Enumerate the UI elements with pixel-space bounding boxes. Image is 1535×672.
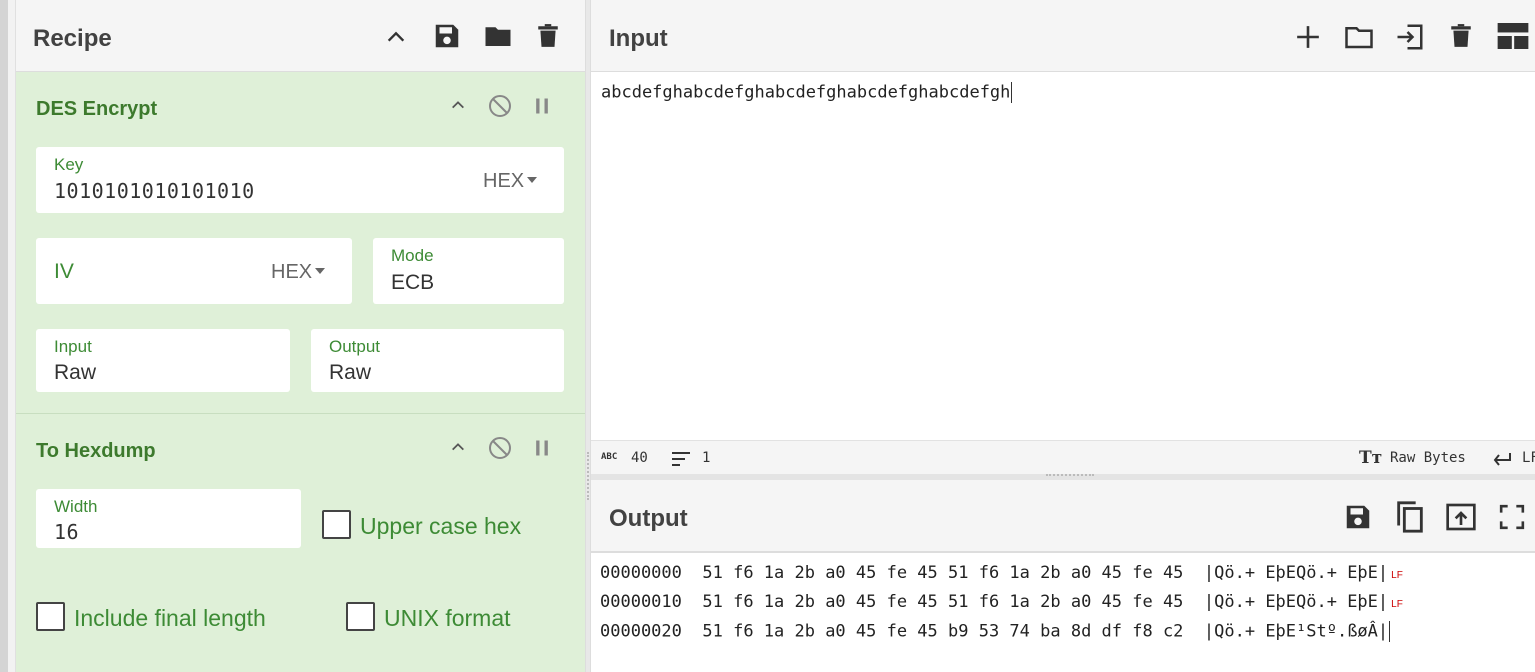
input-format-value: Raw <box>54 361 97 384</box>
save-icon[interactable] <box>1343 502 1373 532</box>
include-final-length-checkbox[interactable] <box>36 602 65 631</box>
text-encoding-icon[interactable]: Tт <box>1359 448 1382 468</box>
chevron-up-icon[interactable] <box>385 26 407 48</box>
disable-icon[interactable] <box>488 436 512 460</box>
input-textarea[interactable]: abcdefghabcdefghabcdefghabcdefghabcdefgh <box>591 72 1535 440</box>
pause-icon[interactable] <box>532 437 552 459</box>
input-format-label: Input <box>54 337 92 356</box>
output-format-label: Output <box>329 337 381 356</box>
iv-format-dropdown[interactable]: HEX <box>271 261 326 284</box>
key-field[interactable]: Key 1010101010101010 HEX <box>36 147 564 213</box>
mode-label: Mode <box>391 246 434 265</box>
save-icon[interactable] <box>432 21 462 51</box>
window-left-edge <box>0 0 8 672</box>
iv-format-label: HEX <box>271 261 313 283</box>
input-length: 40 <box>631 450 648 466</box>
eol-icon[interactable] <box>1492 451 1512 467</box>
hex-ascii: |Qö.+ EþEQö.+ EþE| <box>1203 563 1389 583</box>
copy-icon[interactable] <box>1393 500 1427 534</box>
key-label: Key <box>54 155 84 174</box>
key-value[interactable]: 1010101010101010 <box>54 179 255 203</box>
hex-bytes: 51 f6 1a 2b a0 45 fe 45 51 f6 1a 2b a0 4… <box>702 563 1184 583</box>
operation-divider <box>16 413 585 414</box>
recipe-panel: Recipe DES Encrypt Key 1010101010101010 … <box>16 0 585 672</box>
iv-label: IV <box>54 260 74 283</box>
trash-icon[interactable] <box>535 21 561 51</box>
input-eol[interactable]: LF <box>1522 450 1535 466</box>
output-textarea[interactable]: 00000000 51 f6 1a 2b a0 45 fe 45 51 f6 1… <box>591 552 1535 672</box>
input-line-count: 1 <box>702 450 711 466</box>
hexdump-line: 00000000 51 f6 1a 2b a0 45 fe 45 51 f6 1… <box>600 563 1403 583</box>
width-label: Width <box>54 497 98 516</box>
iv-field[interactable]: IV HEX <box>36 238 352 304</box>
include-final-length-label[interactable]: Include final length <box>74 605 266 632</box>
disable-icon[interactable] <box>488 94 512 118</box>
chevron-up-icon[interactable] <box>450 439 466 455</box>
pause-icon[interactable] <box>532 95 552 117</box>
plus-icon[interactable] <box>1295 24 1321 50</box>
upper-case-hex-label[interactable]: Upper case hex <box>360 513 521 540</box>
key-format-label: HEX <box>483 170 525 192</box>
replace-input-icon[interactable] <box>1445 501 1477 533</box>
hex-bytes: 51 f6 1a 2b a0 45 fe 45 b9 53 74 ba 8d d… <box>702 621 1184 642</box>
mode-select[interactable]: Mode ECB <box>373 238 564 304</box>
hex-offset: 00000000 <box>600 563 682 583</box>
output-format-value: Raw <box>329 361 372 384</box>
lf-marker: LF <box>1391 599 1403 610</box>
lines-icon <box>672 452 690 466</box>
io-resizer-grip[interactable] <box>1046 474 1094 478</box>
unix-format-checkbox[interactable] <box>346 602 375 631</box>
key-format-dropdown[interactable]: HEX <box>483 170 538 193</box>
input-text: abcdefghabcdefghabcdefghabcdefghabcdefgh <box>601 82 1011 103</box>
output-title: Output <box>609 505 688 532</box>
des-encrypt-title: DES Encrypt <box>36 98 158 120</box>
input-header: Input <box>591 0 1535 72</box>
resizer-grip[interactable] <box>587 452 589 500</box>
text-cursor <box>1389 621 1391 642</box>
folder-icon[interactable] <box>1343 22 1375 52</box>
fullscreen-icon[interactable] <box>1499 504 1525 530</box>
input-text-content[interactable]: abcdefghabcdefghabcdefghabcdefghabcdefgh <box>601 82 1013 103</box>
upper-case-hex-checkbox[interactable] <box>322 510 351 539</box>
width-value[interactable]: 16 <box>54 520 79 544</box>
recipe-header: Recipe <box>16 0 585 72</box>
recipe-title: Recipe <box>33 25 112 52</box>
output-format-select[interactable]: Output Raw <box>311 329 564 392</box>
trash-icon[interactable] <box>1448 21 1474 51</box>
width-field[interactable]: Width 16 <box>36 489 301 548</box>
hexdump-line: 00000020 51 f6 1a 2b a0 45 fe 45 b9 53 7… <box>600 621 1391 642</box>
lf-marker: LF <box>1391 570 1403 581</box>
input-status-bar: ABC 40 1 Tт Raw Bytes LF <box>591 440 1535 474</box>
hex-ascii: |Qö.+ EþE¹Stº.ßøÂ| <box>1203 621 1389 642</box>
import-icon[interactable] <box>1393 22 1427 52</box>
input-encoding[interactable]: Raw Bytes <box>1390 450 1466 466</box>
hex-ascii: |Qö.+ EþEQö.+ EþE| <box>1203 592 1389 612</box>
window-left-gutter <box>8 0 16 672</box>
input-format-select[interactable]: Input Raw <box>36 329 290 392</box>
unix-format-label[interactable]: UNIX format <box>384 605 511 632</box>
hex-bytes: 51 f6 1a 2b a0 45 fe 45 51 f6 1a 2b a0 4… <box>702 592 1184 612</box>
output-header: Output <box>591 480 1535 552</box>
text-cursor <box>1011 82 1013 103</box>
folder-icon[interactable] <box>482 21 514 51</box>
hex-offset: 00000010 <box>600 592 682 612</box>
layout-icon[interactable] <box>1497 23 1529 49</box>
abc-icon: ABC <box>601 452 618 462</box>
hex-offset: 00000020 <box>600 621 682 642</box>
to-hexdump-title: To Hexdump <box>36 440 156 462</box>
input-title: Input <box>609 25 668 52</box>
chevron-up-icon[interactable] <box>450 97 466 113</box>
hexdump-line: 00000010 51 f6 1a 2b a0 45 fe 45 51 f6 1… <box>600 592 1403 612</box>
mode-value: ECB <box>391 271 435 294</box>
